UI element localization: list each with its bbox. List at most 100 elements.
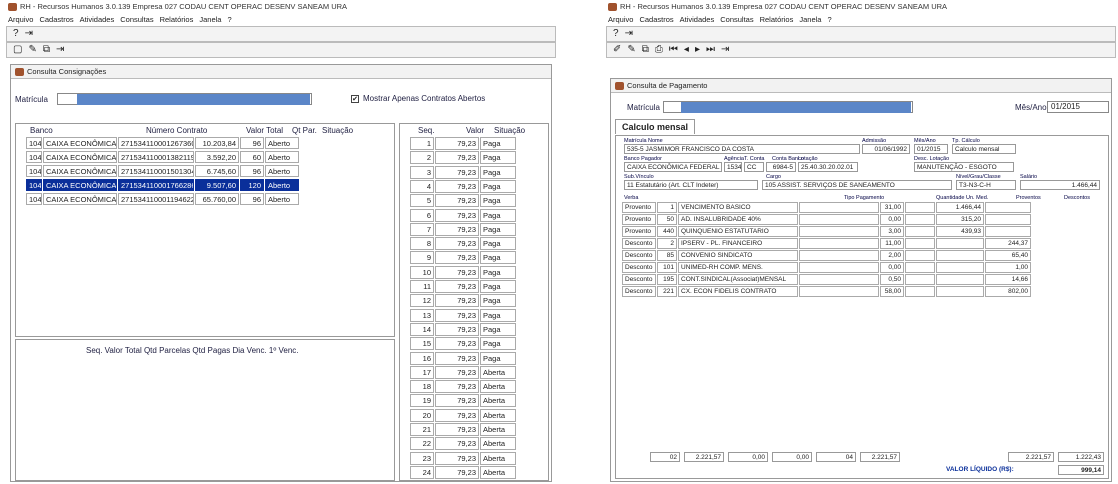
- menu-item-1[interactable]: Cadastros: [639, 15, 673, 24]
- list-item[interactable]: 10 79,23 Paga: [410, 265, 517, 279]
- valor-cell: 79,23: [435, 151, 479, 165]
- table-cell: CONT.SINDICAL(Associat)MENSAL: [678, 274, 798, 285]
- menu-item-3[interactable]: Consultas: [720, 15, 753, 24]
- list-item[interactable]: 16 79,23 Paga: [410, 351, 517, 365]
- table-row[interactable]: 104 CAIXA ECONÔMICA 271534110001766286 9.50…: [26, 179, 300, 191]
- help-icon[interactable]: ?: [613, 28, 619, 40]
- table-row[interactable]: Desconto 195 CONT.SINDICAL(Associat)MENSAL…: [622, 274, 1032, 285]
- exit-icon[interactable]: ⇥: [56, 44, 64, 56]
- table-cell: 1.466,44: [936, 202, 984, 213]
- mes-ano-input[interactable]: 01/2015: [1047, 101, 1109, 113]
- exit-icon[interactable]: ⇥: [625, 28, 633, 40]
- list-item[interactable]: 5 79,23 Paga: [410, 194, 517, 208]
- list-item[interactable]: 18 79,23 Aberta: [410, 380, 517, 394]
- list-item[interactable]: 6 79,23 Paga: [410, 208, 517, 222]
- table-cell: [905, 262, 935, 273]
- new-icon[interactable]: ▢: [13, 44, 22, 56]
- rh-window-pagamento: RH - Recursos Humanos 3.0.139 Empresa 02…: [606, 0, 1116, 484]
- table-row[interactable]: 104 CAIXA ECONÔMICA 271534110001194622 65.7…: [26, 193, 300, 205]
- menu-item-6[interactable]: ?: [827, 15, 831, 24]
- exit-icon[interactable]: ⇥: [721, 44, 729, 56]
- menu-item-3[interactable]: Consultas: [120, 15, 153, 24]
- table-row[interactable]: Desconto 221 CX. ECON FIDELIS CONTRATO 58,0…: [622, 286, 1032, 297]
- list-item[interactable]: 2 79,23 Paga: [410, 151, 517, 165]
- list-item[interactable]: 9 79,23 Paga: [410, 251, 517, 265]
- table-row[interactable]: 104 CAIXA ECONÔMICA 271534110001382119 3.59…: [26, 151, 300, 163]
- consulta-consignacoes-window: Consulta Consignações Matrícula ✔ Mostra…: [10, 64, 552, 482]
- list-item[interactable]: 22 79,23 Aberta: [410, 437, 517, 451]
- first-record-icon[interactable]: ⏮: [669, 44, 678, 56]
- seq-cell: 16: [410, 351, 434, 365]
- table-cell: [905, 274, 935, 285]
- last-record-icon[interactable]: ⏭: [706, 44, 715, 56]
- table-cell: 104: [26, 151, 42, 163]
- list-item[interactable]: 1 79,23 Paga: [410, 137, 517, 150]
- list-item[interactable]: 23 79,23 Aberta: [410, 451, 517, 465]
- list-item[interactable]: 3 79,23 Paga: [410, 165, 517, 179]
- table-cell: Aberto: [265, 165, 299, 177]
- menu-item-1[interactable]: Cadastros: [39, 15, 73, 24]
- seq-panel: Seq. Valor Situação 1 79,23 Paga 2 79,23 Paga…: [399, 123, 549, 481]
- col-un-med: Un. Med.: [966, 195, 989, 201]
- list-item[interactable]: 17 79,23 Aberta: [410, 365, 517, 379]
- help-icon[interactable]: ?: [13, 28, 19, 40]
- list-item[interactable]: 7 79,23 Paga: [410, 222, 517, 236]
- list-item[interactable]: 4 79,23 Paga: [410, 179, 517, 193]
- table-cell: 96: [240, 137, 264, 149]
- copy-icon[interactable]: ⧉: [43, 44, 50, 56]
- list-item[interactable]: 24 79,23 Aberta: [410, 465, 517, 479]
- menu-item-0[interactable]: Arquivo: [8, 15, 33, 24]
- valor-cell: 79,23: [435, 322, 479, 336]
- table-row[interactable]: Provento 440 QUINQUENIO ESTATUTARIO 3,00 439…: [622, 226, 1032, 237]
- print-icon[interactable]: ⎙: [655, 44, 663, 56]
- edit-icon[interactable]: ✎: [28, 44, 36, 56]
- col-valor-total: Valor Total: [246, 126, 284, 135]
- table-cell: CX. ECON FIDELIS CONTRATO: [678, 286, 798, 297]
- menu-item-4[interactable]: Relatórios: [160, 15, 194, 24]
- table-row[interactable]: 104 CAIXA ECONÔMICA 271534110001267360 10.2…: [26, 137, 300, 149]
- menu-item-5[interactable]: Janela: [199, 15, 221, 24]
- valor-cell: 79,23: [435, 408, 479, 422]
- list-item[interactable]: 19 79,23 Aberta: [410, 394, 517, 408]
- table-row[interactable]: Provento 50 AD. INSALUBRIDADE 40% 0,00 315,2…: [622, 214, 1032, 225]
- table-cell: CONVENIO SINDICATO: [678, 250, 798, 261]
- list-item[interactable]: 11 79,23 Paga: [410, 280, 517, 293]
- list-item[interactable]: 21 79,23 Aberta: [410, 423, 517, 436]
- menu-item-6[interactable]: ?: [227, 15, 231, 24]
- col-descontos: Descontos: [1064, 195, 1090, 201]
- matricula-redacted: [77, 94, 310, 105]
- prev-record-icon[interactable]: ◂: [684, 44, 689, 56]
- menu-item-4[interactable]: Relatórios: [760, 15, 794, 24]
- table-row[interactable]: Desconto 2 IPSERV - PL. FINANCEIRO 11,00 244…: [622, 238, 1032, 249]
- valor-cell: 79,23: [435, 465, 479, 479]
- list-item[interactable]: 20 79,23 Aberta: [410, 408, 517, 422]
- list-item[interactable]: 12 79,23 Paga: [410, 294, 517, 308]
- menu-item-2[interactable]: Atividades: [680, 15, 715, 24]
- exit-icon[interactable]: ⇥: [25, 28, 33, 40]
- list-item[interactable]: 8 79,23 Paga: [410, 237, 517, 251]
- list-item[interactable]: 14 79,23 Paga: [410, 322, 517, 336]
- menu-item-5[interactable]: Janela: [799, 15, 821, 24]
- list-item[interactable]: 13 79,23 Paga: [410, 308, 517, 322]
- list-item[interactable]: 15 79,23 Paga: [410, 337, 517, 351]
- menu-item-2[interactable]: Atividades: [80, 15, 115, 24]
- next-record-icon[interactable]: ▸: [695, 44, 700, 56]
- table-row[interactable]: Provento 1 VENCIMENTO BASICO 31,00 1.466,44: [622, 202, 1032, 213]
- copy-icon[interactable]: ⧉: [642, 44, 649, 56]
- total-v2: 2.221,57: [684, 452, 724, 462]
- table-row[interactable]: Desconto 85 CONVENIO SINDICATO 2,00 65,40: [622, 250, 1032, 261]
- valor-cell: 79,23: [435, 308, 479, 322]
- seq-cell: 21: [410, 423, 434, 436]
- mostrar-abertos-checkbox[interactable]: ✔: [351, 95, 359, 103]
- col-quantidade: Quantidade: [936, 195, 965, 201]
- pen-icon[interactable]: ✐: [613, 44, 621, 56]
- edit-icon[interactable]: ✎: [627, 44, 635, 56]
- situacao-cell: Paga: [480, 222, 516, 236]
- table-row[interactable]: 104 CAIXA ECONÔMICA 271534110001501304 6.74…: [26, 165, 300, 177]
- table-row[interactable]: Desconto 101 UNIMED-RH COMP. MENS. 0,00 1,00: [622, 262, 1032, 273]
- menu-item-0[interactable]: Arquivo: [608, 15, 633, 24]
- table-cell: Aberto: [265, 151, 299, 163]
- salario-value: 1.466,44: [1020, 180, 1100, 190]
- tab-calculo-mensal[interactable]: Calculo mensal: [615, 119, 696, 134]
- table-cell: [905, 286, 935, 297]
